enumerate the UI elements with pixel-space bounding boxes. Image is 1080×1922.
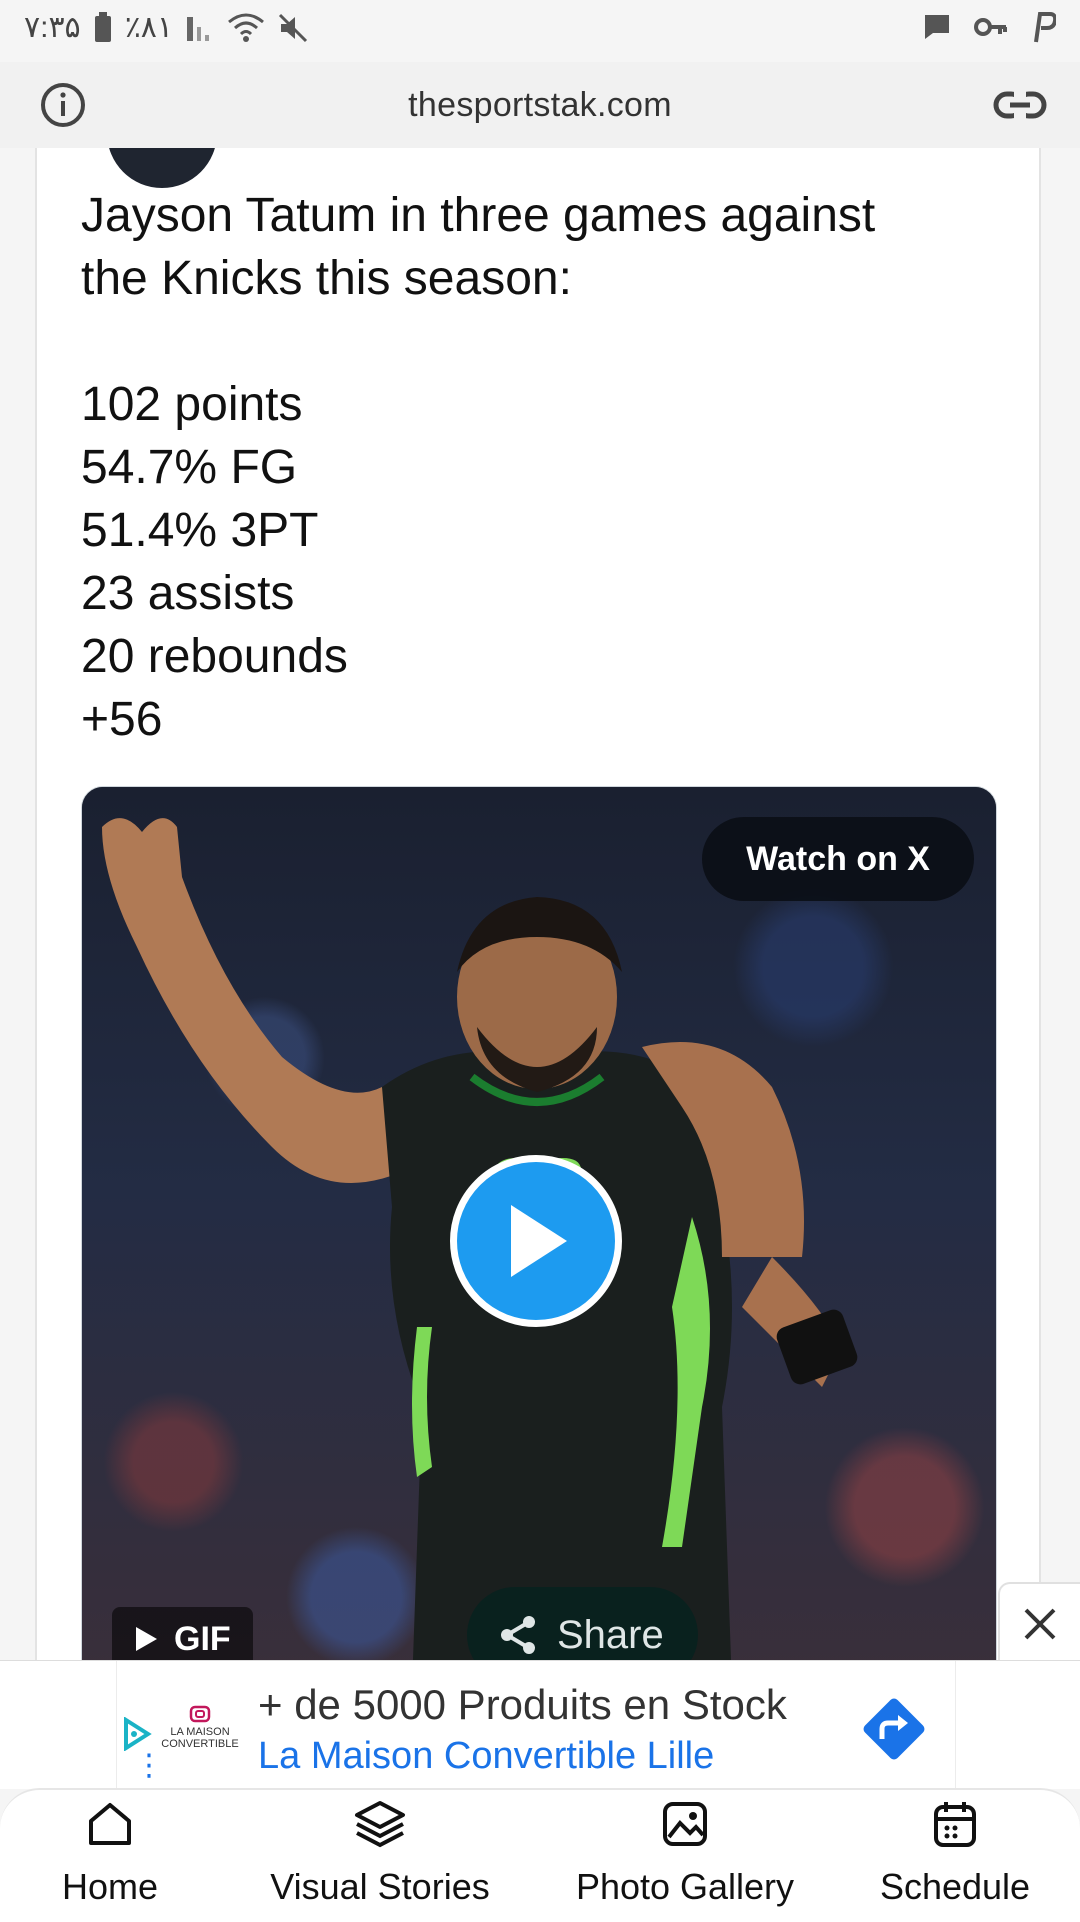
tweet-line: Jayson Tatum in three games against [81,189,876,242]
tweet-line: 20 rebounds [81,630,348,683]
p-app-icon [1034,12,1056,43]
gif-label: GIF [174,1619,231,1658]
tweet-line: 54.7% FG [81,441,298,494]
key-icon [974,18,1007,36]
calendar-icon [934,1802,976,1847]
tweet-line: 51.4% 3PT [81,504,319,557]
tweet-media-gif[interactable]: CS 0 Watch on X GIF Share [81,786,997,1660]
link-icon[interactable] [992,82,1048,128]
directions-icon[interactable] [858,1693,930,1765]
battery-percent: ٪۸۱ [124,11,174,44]
advertiser-logo: LA MAISON CONVERTIBLE [158,1705,242,1750]
adchoices-icon[interactable] [122,1717,152,1751]
ad-menu-icon[interactable]: ⋮ [134,1751,164,1781]
status-left: ۷:۳۵ ٪۸۱ [24,10,309,45]
nav-label-photo-gallery: Photo Gallery [575,1866,795,1907]
nav-item-visual-stories[interactable]: Visual Stories [255,1790,505,1922]
tweet-line: the Knicks this season: [81,252,572,305]
battery-icon [94,11,111,42]
tweet-line: 102 points [81,378,303,431]
play-icon [511,1205,567,1277]
share-label: Share [557,1612,664,1657]
status-time: ۷:۳۵ [24,11,81,44]
tweet-text: Jayson Tatum in three games against the … [81,184,1001,751]
page-content[interactable]: Jayson Tatum in three games against the … [0,148,1080,1660]
tweet-embed: Jayson Tatum in three games against the … [35,148,1041,1660]
info-icon[interactable] [38,80,88,130]
layers-icon [355,1801,405,1848]
nav-item-home[interactable]: Home [40,1790,180,1922]
avatar[interactable] [107,148,217,188]
photo-icon [663,1802,707,1846]
close-icon [1024,1608,1056,1640]
home-icon [89,1803,131,1845]
wifi-icon [228,13,264,42]
bottom-navigation: Home Visual Stories Photo Gallery Schedu… [0,1788,1080,1922]
tweet-line: 23 assists [81,567,295,620]
nav-item-photo-gallery[interactable]: Photo Gallery [560,1790,810,1922]
play-small-icon [136,1627,157,1651]
tweet-line: +56 [81,693,163,746]
message-icon [925,15,949,39]
ad-subtitle[interactable]: La Maison Convertible Lille [258,1735,714,1778]
mute-icon [278,13,308,42]
share-icon [501,1616,535,1654]
ad-close-button[interactable] [998,1582,1080,1664]
nav-label-schedule: Schedule [879,1866,1031,1907]
status-bar: ۷:۳۵ ٪۸۱ [0,0,1080,62]
watch-on-x-button[interactable]: Watch on X [702,817,974,901]
play-button[interactable] [450,1155,622,1327]
advertiser-logo-text: LA MAISON CONVERTIBLE [161,1726,239,1750]
nav-label-visual-stories: Visual Stories [270,1866,490,1907]
gif-badge[interactable]: GIF [112,1607,253,1660]
signal-icon [187,16,210,41]
ad-banner[interactable]: ⋮ LA MAISON CONVERTIBLE + de 5000 Produi… [0,1660,1080,1789]
logo-mark-icon [189,1705,211,1723]
watch-on-x-label: Watch on X [746,839,930,878]
ad-title[interactable]: + de 5000 Produits en Stock [258,1681,787,1729]
address-bar[interactable]: thesportstak.com [0,62,1080,148]
url-text[interactable]: thesportstak.com [408,86,672,125]
status-right [922,10,1056,44]
tweet-spacer [81,310,1001,373]
nav-label-home: Home [61,1866,159,1907]
share-button[interactable]: Share [467,1587,698,1660]
nav-item-schedule[interactable]: Schedule [870,1790,1040,1922]
